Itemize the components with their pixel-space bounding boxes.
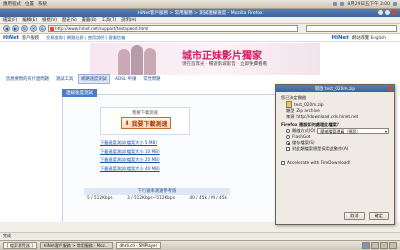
from-label: 來源 (286, 114, 295, 119)
nav-tab[interactable]: 測試工具 (54, 75, 75, 83)
site-links[interactable]: 網站導覽 English (352, 35, 386, 41)
close-icon[interactable] (387, 86, 392, 91)
search-input[interactable] (306, 25, 397, 32)
remember-label: 對此類檔案總是採用此動作(A) (292, 146, 349, 151)
nav-tab-active[interactable]: 網路速度測試 (78, 74, 110, 84)
navigation-toolbar: ◀ ▶ ↻ ✕ ⌂ http://www.hinet.net/support/t… (0, 24, 400, 34)
menu-view[interactable]: 檢視(V) (42, 17, 57, 23)
accelerate-checkbox[interactable] (281, 161, 285, 165)
test-file-list: 下載速度測試(檔案大小 5 MB) 下載速度測試(檔案大小 10 MB) 下載速… (100, 140, 220, 174)
hinet-header-links[interactable]: 交易查詢 | 網路社群 | 使用說明 | 客服信箱 (46, 35, 125, 41)
network-icon[interactable] (333, 2, 338, 6)
taskbar-item-smplayer[interactable]: dhcli.cli - SMPlayer (115, 242, 162, 249)
maximize-icon[interactable] (385, 10, 390, 15)
hinet-logo[interactable]: HiNet (3, 35, 19, 41)
banner-subtitle: 現在首席光 · 暢遊影城影音 · 立即免費看看 (182, 62, 268, 67)
ok-button[interactable]: 確定 (368, 212, 389, 220)
site-logo[interactable]: HiNet (331, 35, 348, 41)
site-nav: 您想要問的有什麼問題 測試工具 網路速度測試 ADSL 申請 常見問題 (4, 74, 396, 84)
download-arrow-icon: ⬇ (124, 119, 130, 127)
test-file-link[interactable]: 下載速度測試(檔案大小 10 MB) (100, 149, 220, 155)
panel-tray: 8月29日五下午 3:00 (333, 1, 397, 7)
download-box: 我要下載測速 ⬇ 我要下載測速 (100, 107, 190, 135)
from-value: http://download.cds.hinet.net (296, 114, 359, 119)
menu-help[interactable]: 說明(H) (121, 17, 136, 23)
top-panel: 應用程式 位置 系統 8月29日五下午 3:00 (0, 0, 400, 9)
menu-edit[interactable]: 編輯(E) (22, 17, 37, 23)
banner-image (118, 45, 158, 75)
clock[interactable]: 8月29日五下午 3:00 (347, 1, 390, 7)
url-text: http://www.hinet.net/support/testspeed.h… (55, 26, 149, 31)
dialog-title: 開啟 test_020m.zip (314, 86, 356, 92)
power-icon[interactable] (393, 2, 397, 6)
site-favicon-icon (50, 27, 54, 31)
promo-banner[interactable]: 城市正妹影片獨家 現在首席光 · 暢遊影城影音 · 立即免費看看 (90, 43, 320, 75)
hinet-header: HiNet 客戶服務 交易查詢 | 網路社群 | 使用說明 | 客服信箱 HiN… (0, 34, 400, 42)
applications-menu[interactable]: 應用程式 (3, 1, 21, 7)
system-menu[interactable]: 系統 (38, 1, 47, 7)
back-icon[interactable]: ◀ (3, 25, 10, 32)
open-with-select[interactable]: 壓縮檔管理員（預設） (317, 128, 389, 134)
cancel-button[interactable]: 取消 (344, 212, 365, 220)
bottom-panel: [ 檔案瀏覽器 ] HiNet客戶服務 > 常用服務 - Moz... dhcl… (0, 240, 400, 250)
dialog-filename: test_020m.zip (294, 101, 324, 107)
volume-icon[interactable] (340, 2, 345, 6)
minimize-icon[interactable] (378, 10, 383, 15)
reload-icon[interactable]: ↻ (21, 25, 28, 32)
status-bar: 完成 (0, 232, 400, 238)
download-speedtest-button[interactable]: ⬇ 我要下載測速 (121, 117, 171, 129)
stop-icon[interactable]: ✕ (30, 25, 37, 32)
forward-icon[interactable]: ▶ (12, 25, 19, 32)
menu-file[interactable]: 檔案(F) (3, 17, 17, 23)
flashgot-radio[interactable] (286, 135, 290, 139)
nav-tab[interactable]: ADSL 申請 (113, 75, 138, 83)
accelerate-label: Accelerate with FireDownload! (287, 160, 351, 165)
places-menu[interactable]: 位置 (25, 1, 34, 7)
menu-history[interactable]: 歷史(S) (62, 17, 77, 23)
taskbar-item-files[interactable]: [ 檔案瀏覽器 ] (3, 242, 37, 249)
test-file-link[interactable]: 下載速度測試(檔案大小 20 MB) (100, 157, 220, 163)
window-title: HiNet客戶服務 > 常用服務 > 測試連線速度 - Mozilla Fire… (137, 11, 263, 16)
speed-table-title: 下行速率測速參考值 (84, 188, 230, 195)
workspace-4[interactable] (389, 242, 397, 249)
remember-checkbox[interactable] (286, 147, 290, 151)
nav-tab[interactable]: 您想要問的有什麼問題 (4, 75, 51, 83)
menu-bookmarks[interactable]: 書籤(B) (82, 17, 97, 23)
workspace-1[interactable] (362, 242, 370, 249)
nav-tab[interactable]: 常見問題 (141, 75, 162, 83)
hinet-section: 客戶服務 (21, 35, 40, 41)
download-caption: 我要下載測速 (132, 111, 158, 116)
open-file-dialog: 開啟 test_020m.zip 您已決定開啟 test_020m.zip 類型… (275, 84, 395, 225)
test-file-link[interactable]: 下載速度測試(檔案大小 5 MB) (100, 140, 220, 146)
dialog-titlebar[interactable]: 開啟 test_020m.zip (276, 85, 394, 92)
banner-title: 城市正妹影片獨家 (182, 51, 262, 62)
taskbar-item-firefox[interactable]: HiNet客戶服務 > 常用服務 - Moz... (39, 242, 113, 249)
save-file-radio[interactable] (286, 141, 290, 145)
workspace-3[interactable] (380, 242, 388, 249)
zip-file-icon (286, 101, 292, 108)
section-heading: 連線速度測試 (62, 89, 97, 97)
window-titlebar[interactable]: HiNet客戶服務 > 常用服務 > 測試連線速度 - Mozilla Fire… (0, 9, 400, 17)
open-with-radio[interactable] (286, 129, 290, 133)
url-bar[interactable]: http://www.hinet.net/support/testspeed.h… (48, 25, 298, 32)
menubar: 檔案(F) 編輯(E) 檢視(V) 歷史(S) 書籤(B) 工具(T) 說明(H… (0, 17, 400, 24)
speed-table-row: 5 / 512Kbps 3 / 512Kbps~512Kbps 40 / 45k… (87, 196, 227, 201)
workspace-2[interactable] (371, 242, 379, 249)
workspace-switcher (362, 242, 397, 249)
home-icon[interactable]: ⌂ (39, 25, 46, 32)
menu-tools[interactable]: 工具(T) (102, 17, 117, 23)
close-icon[interactable] (392, 10, 397, 15)
test-file-link[interactable]: 下載速度測試(檔案大小 40 MB) (100, 166, 220, 172)
